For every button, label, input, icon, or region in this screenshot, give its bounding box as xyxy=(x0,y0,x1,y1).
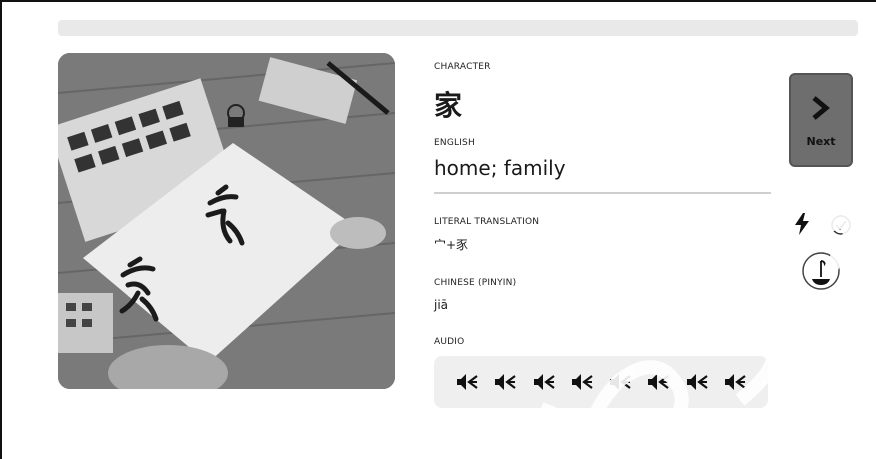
progress-bar xyxy=(58,20,858,36)
audio-button[interactable] xyxy=(454,370,480,394)
check-circle-icon[interactable] xyxy=(830,214,852,236)
character-value: 家 xyxy=(434,89,463,122)
speaker-icon xyxy=(610,374,631,390)
english-value: home; family xyxy=(434,156,566,180)
audio-button[interactable] xyxy=(722,370,748,394)
audio-panel xyxy=(434,356,768,408)
section-divider xyxy=(434,192,771,194)
next-button[interactable]: Next xyxy=(789,73,853,167)
audio-label: AUDIO xyxy=(434,337,465,347)
character-label: CHARACTER xyxy=(434,62,491,72)
next-button-label: Next xyxy=(806,135,836,148)
audio-button[interactable] xyxy=(492,370,518,394)
speaker-icon xyxy=(457,374,478,390)
speaker-icon xyxy=(686,374,708,390)
speaker-icon xyxy=(724,374,746,390)
literal-translation-value: 宀+豕 xyxy=(434,238,469,252)
pinyin-label: CHINESE (PINYIN) xyxy=(434,278,517,288)
audio-button[interactable] xyxy=(607,370,633,394)
audio-button[interactable] xyxy=(531,370,557,394)
chevron-right-icon xyxy=(812,96,830,120)
photo-illustration xyxy=(58,53,395,389)
audio-button[interactable] xyxy=(684,370,710,394)
pinyin-value: jiā xyxy=(434,298,449,312)
calligraphy-photo xyxy=(58,53,395,389)
speaker-icon xyxy=(533,374,555,390)
tea-icon[interactable] xyxy=(801,251,841,291)
audio-button[interactable] xyxy=(645,370,671,394)
english-label: ENGLISH xyxy=(434,138,475,148)
speaker-icon xyxy=(571,374,593,390)
audio-button[interactable] xyxy=(569,370,595,394)
bolt-icon[interactable] xyxy=(794,213,810,235)
speaker-icon xyxy=(495,374,517,390)
speaker-icon xyxy=(648,374,669,390)
literal-translation-label: LITERAL TRANSLATION xyxy=(434,217,540,227)
